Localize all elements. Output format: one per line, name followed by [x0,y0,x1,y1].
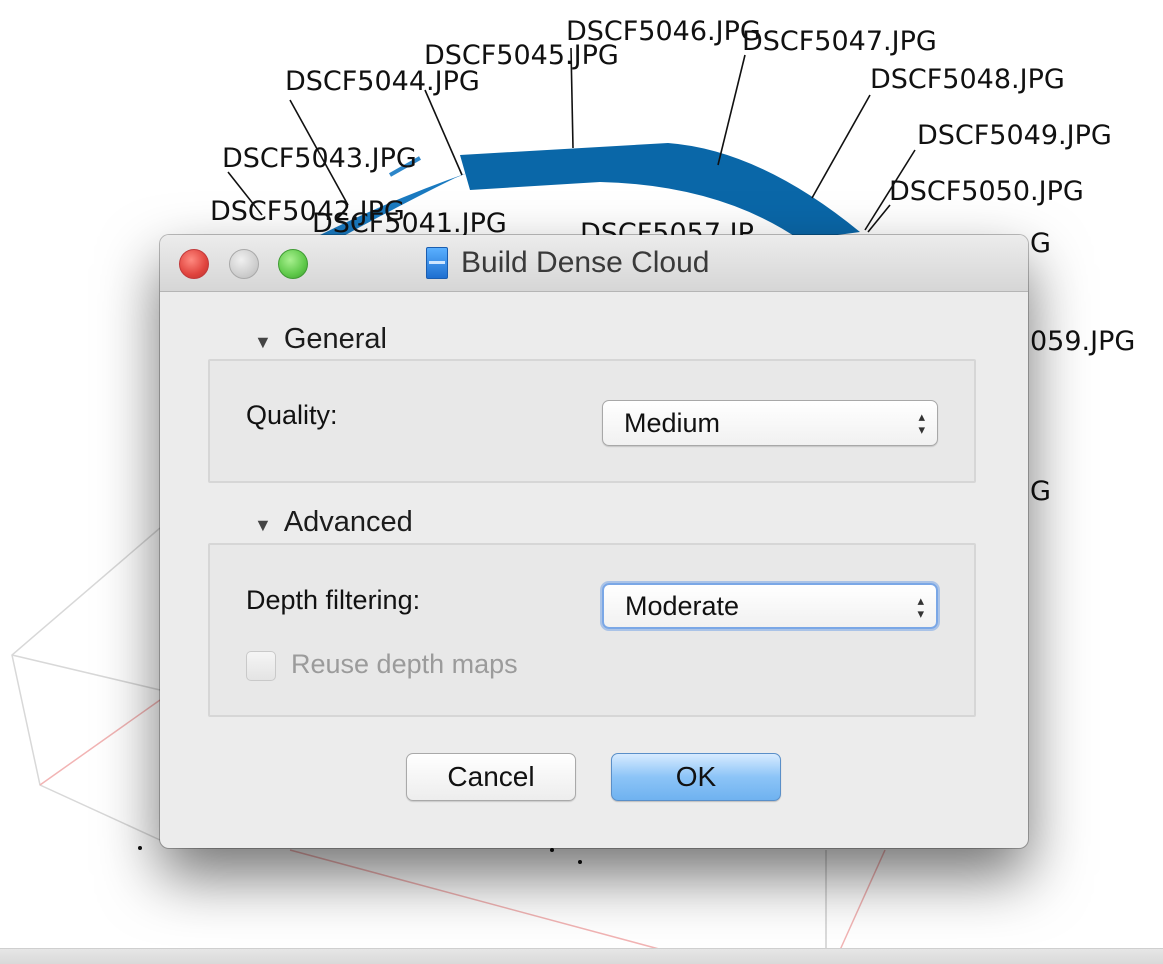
minimize-icon[interactable] [229,249,259,279]
camera-label: 059.JPG [1030,326,1136,357]
close-icon[interactable] [179,249,209,279]
depth-filtering-select-value: Moderate [625,590,740,621]
sparse-points [138,846,582,864]
dialog-title-text: Build Dense Cloud [461,246,710,279]
build-dense-cloud-dialog: Build Dense Cloud ▼ General Quality: Med… [160,235,1028,848]
zoom-icon[interactable] [278,249,308,279]
depth-filtering-select[interactable]: Moderate ▴ ▾ [602,583,938,629]
advanced-group-header[interactable]: ▼ Advanced [252,506,419,539]
camera-label: DSCF5048.JPG [870,64,1065,95]
camera-label: DSCF5047.JPG [742,26,937,57]
app-icon [426,247,448,279]
reuse-depth-maps-checkbox[interactable] [246,651,276,681]
disclosure-triangle-icon[interactable]: ▼ [254,515,272,536]
updown-arrows-icon: ▴ ▾ [918,409,925,437]
camera-label: DSCF5045.JPG [424,40,619,71]
advanced-group [208,543,976,717]
camera-label: DSCF5050.JPG [889,176,1084,207]
disclosure-triangle-icon[interactable]: ▼ [254,332,272,353]
general-group-header[interactable]: ▼ General [252,323,393,356]
advanced-header-label: Advanced [283,506,413,538]
updown-arrows-icon: ▴ ▾ [917,593,924,621]
wireframe-grid [11,527,161,841]
camera-label: DSCF5041.JPG [312,208,507,239]
depth-filtering-label: Depth filtering: [246,585,421,615]
camera-label: G [1030,476,1051,507]
camera-label: G [1030,228,1051,259]
reuse-depth-maps-label: Reuse depth maps [291,649,518,679]
general-header-label: General [283,323,387,355]
quality-select-value: Medium [624,407,721,438]
camera-label: DSCF5043.JPG [222,143,417,174]
dialog-titlebar[interactable]: Build Dense Cloud [160,235,1028,292]
ok-button[interactable]: OK [611,753,781,801]
quality-select[interactable]: Medium ▴ ▾ [602,400,938,446]
quality-label: Quality: [246,400,338,430]
camera-label: DSCF5049.JPG [917,120,1112,151]
bottom-status-bar [0,948,1163,964]
dialog-title: Build Dense Cloud [426,245,709,281]
camera-label: DSCF5044.JPG [285,66,480,97]
cancel-button[interactable]: Cancel [406,753,576,801]
